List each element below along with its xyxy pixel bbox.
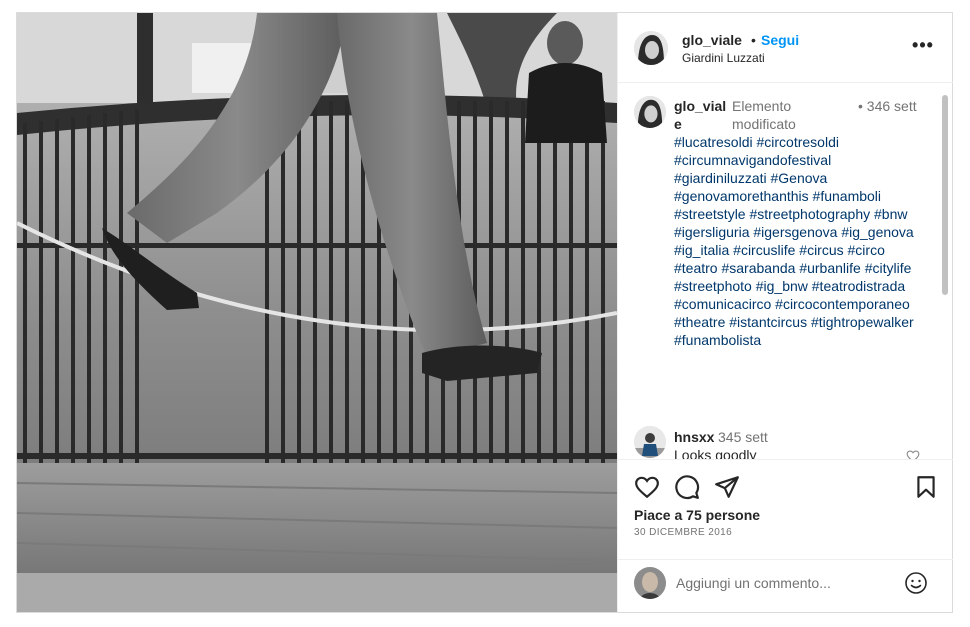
post-photo[interactable] [17, 13, 617, 612]
post-details-panel: glo_viale • Segui Giardini Luzzati ••• g… [617, 13, 953, 612]
follow-button[interactable]: Segui [761, 32, 799, 48]
emoji-button[interactable] [904, 571, 928, 595]
tightrope-photo-image [17, 13, 617, 612]
post-date: 30 DICEMBRE 2016 [634, 527, 733, 538]
comments-scrollbar-thumb[interactable] [942, 95, 948, 295]
add-comment-bar [618, 559, 953, 612]
add-comment-input[interactable] [676, 570, 896, 596]
post-header: glo_viale • Segui Giardini Luzzati ••• [618, 13, 953, 83]
likes-count[interactable]: Piace a 75 persone [634, 507, 760, 523]
save-button[interactable] [913, 474, 939, 500]
commenter-avatar[interactable] [634, 426, 666, 458]
like-button[interactable] [634, 474, 660, 500]
caption-username-part2: e [674, 116, 682, 132]
comment-like-button[interactable] [906, 449, 920, 459]
post-dialog: glo_viale • Segui Giardini Luzzati ••• g… [16, 12, 953, 613]
comments-scroll-area[interactable]: glo_vial e Elemento modificato • 346 set… [618, 84, 953, 459]
caption-hashtags[interactable]: #lucatresoldi #circotresoldi #circumnavi… [674, 133, 924, 349]
more-icon: ••• [912, 35, 934, 55]
caption-timestamp: 346 sett [866, 98, 917, 114]
author-username[interactable]: glo_viale [682, 32, 742, 48]
share-button[interactable] [714, 474, 740, 500]
edited-label: Elemento modificato [732, 98, 796, 132]
comment-time[interactable]: 345 sett [718, 429, 768, 445]
share-icon [715, 476, 739, 498]
bookmark-icon [917, 476, 935, 498]
emoji-icon [905, 572, 927, 594]
caption-author-avatar[interactable] [634, 96, 666, 128]
author-avatar[interactable] [634, 31, 668, 65]
separator-dot: • [751, 32, 756, 48]
comment-button[interactable] [674, 474, 700, 500]
caption-username-part1: glo_vial [674, 98, 727, 114]
more-options-button[interactable]: ••• [908, 35, 938, 59]
heart-icon [635, 476, 659, 499]
post-location[interactable]: Giardini Luzzati [682, 51, 765, 65]
current-user-avatar [634, 567, 666, 599]
comment-text: Looks goodly [674, 447, 757, 459]
caption-author-username[interactable]: glo_vial e [674, 97, 728, 133]
caption-time[interactable]: • 346 sett [858, 97, 918, 115]
comment-icon [675, 475, 700, 500]
commenter-username[interactable]: hnsxx [674, 429, 714, 445]
time-dot: • [858, 98, 863, 114]
post-actions: Piace a 75 persone 30 DICEMBRE 2016 [618, 459, 953, 559]
heart-icon [906, 450, 920, 459]
